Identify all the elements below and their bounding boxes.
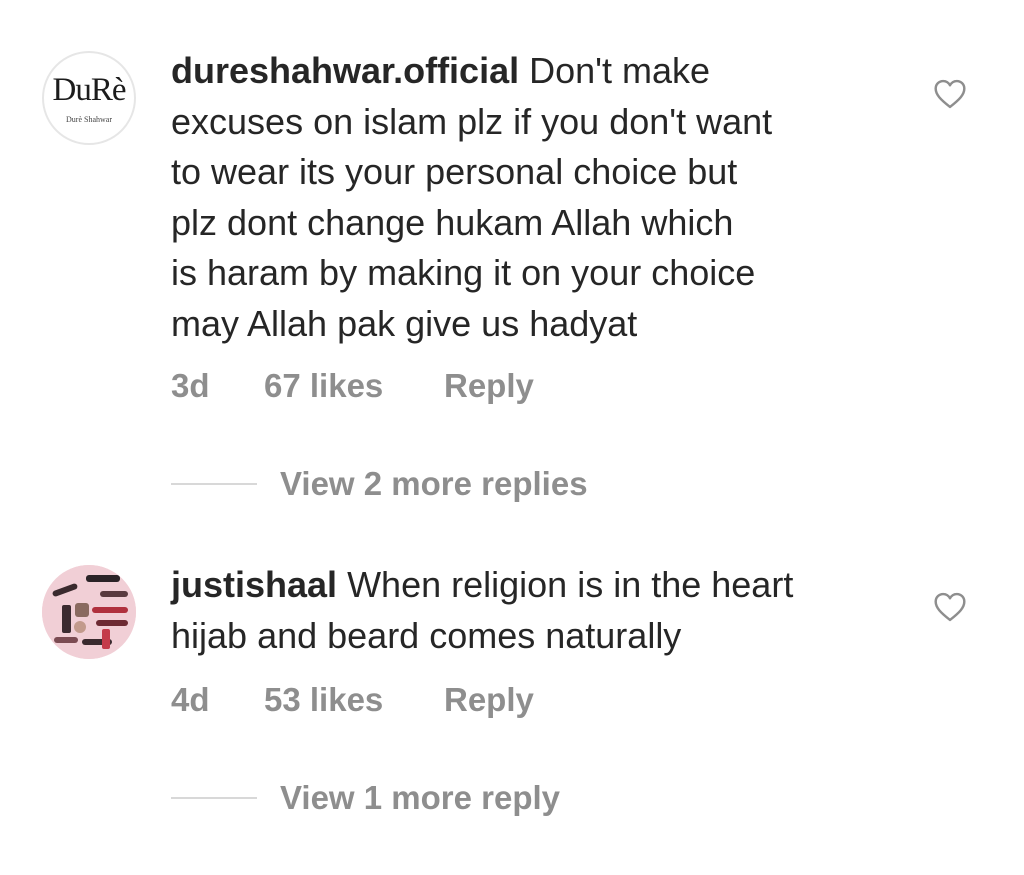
view-replies-label: View 2 more replies <box>280 465 588 502</box>
comment-username[interactable]: dureshahwar.official <box>171 50 519 91</box>
likes-count[interactable]: 67 likes <box>264 366 383 406</box>
avatar[interactable] <box>42 565 136 659</box>
comment-text-line: may Allah pak give us hadyat <box>171 302 638 344</box>
avatar[interactable]: DuRè Durè Shahwar <box>42 51 136 145</box>
comment-text-line: hijab and beard comes naturally <box>171 614 682 656</box>
divider <box>171 483 257 485</box>
reply-button[interactable]: Reply <box>444 680 534 720</box>
heart-outline-icon[interactable] <box>933 79 967 109</box>
comment-text-line: to wear its your personal choice but <box>171 151 738 192</box>
likes-count[interactable]: 53 likes <box>264 680 383 720</box>
comment-text-line: is haram by making it on your choice <box>171 252 756 293</box>
makeup-photo-avatar <box>42 565 136 659</box>
comment-age: 4d <box>171 681 210 718</box>
comment-age: 3d <box>171 367 210 404</box>
view-replies-label: View 1 more reply <box>280 779 561 816</box>
heart-outline-icon[interactable] <box>933 592 967 622</box>
brand-logo: DuRè <box>52 72 127 108</box>
comment-text-line: plz dont change hukam Allah which <box>171 201 734 243</box>
comment-username[interactable]: justishaal <box>171 564 337 605</box>
brand-logo-subtitle: Durè Shahwar <box>66 115 112 124</box>
comment-body: dureshahwar.official Don't make excuses o… <box>171 46 901 349</box>
comment-text-line: When religion is in the heart <box>347 564 794 605</box>
reply-button[interactable]: Reply <box>444 366 534 406</box>
comment-text-line: excuses on islam plz if you don't want <box>171 100 773 142</box>
comment-body: justishaal When religion is in the heart… <box>171 560 901 661</box>
divider <box>171 797 257 799</box>
comment-text-line: Don't make <box>529 50 711 91</box>
